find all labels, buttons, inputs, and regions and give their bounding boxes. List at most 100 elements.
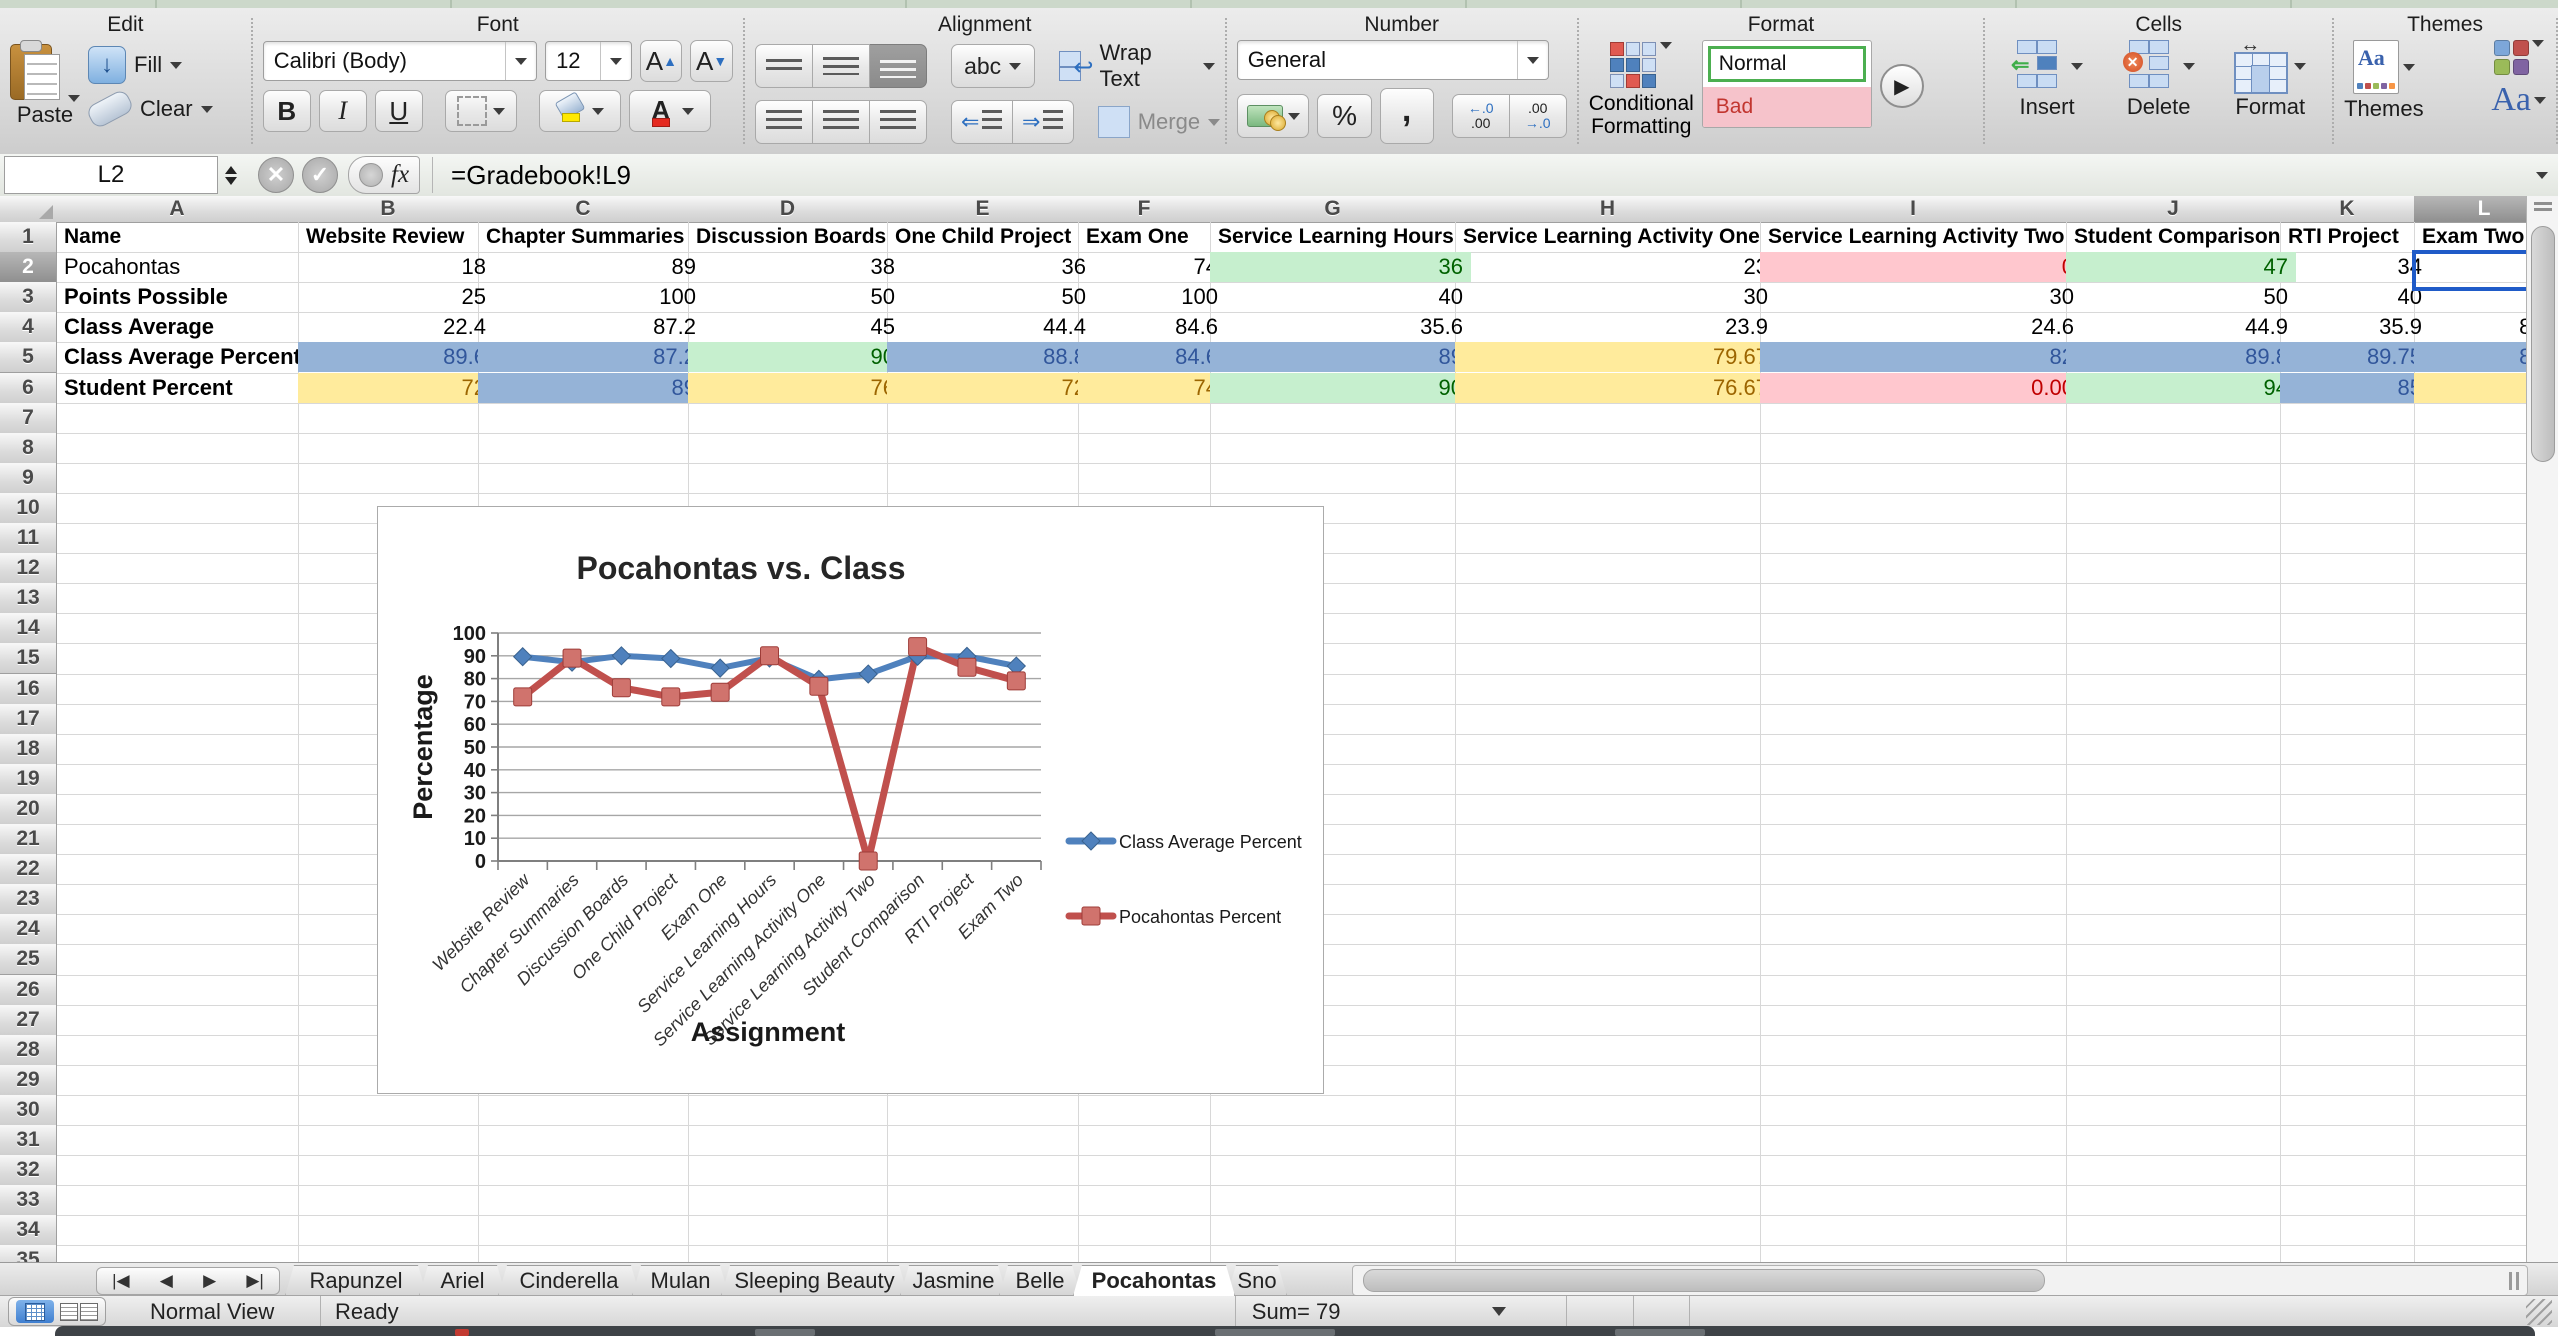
- fill-dropdown-arrow[interactable]: [170, 62, 182, 69]
- row-header-24[interactable]: 24: [0, 914, 57, 945]
- cell-I1[interactable]: Service Learning Activity Two: [1760, 222, 2082, 252]
- horizontal-scrollbar[interactable]: [1352, 1265, 2528, 1296]
- row-header-27[interactable]: 27: [0, 1005, 57, 1036]
- align-right-button[interactable]: [870, 100, 927, 144]
- column-header-A[interactable]: A: [56, 196, 299, 223]
- row-header-19[interactable]: 19: [0, 764, 57, 795]
- sheet-nav-buttons[interactable]: |◀ ◀ ▶ ▶|: [96, 1267, 280, 1295]
- page-layout-view-button[interactable]: [60, 1300, 98, 1323]
- cell-I4[interactable]: 24.6: [1760, 312, 2082, 342]
- font-size-select[interactable]: 12: [545, 41, 632, 81]
- cell-K4[interactable]: 35.9: [2280, 312, 2430, 342]
- style-bad[interactable]: Bad: [1703, 87, 1871, 127]
- spreadsheet-grid[interactable]: ABCDEFGHIJKL1234567891011121314151617181…: [0, 196, 2558, 1262]
- formula-bar-dropdown-arrow[interactable]: [2536, 172, 2548, 179]
- cell-H6[interactable]: 76.67: [1455, 373, 1776, 403]
- row-header-28[interactable]: 28: [0, 1035, 57, 1066]
- cell-F4[interactable]: 84.6: [1078, 312, 1226, 342]
- sheet-tab-mulan[interactable]: Mulan: [632, 1265, 729, 1296]
- column-header-G[interactable]: G: [1210, 196, 1456, 223]
- cell-H3[interactable]: 30: [1455, 282, 1776, 312]
- font-family-select[interactable]: Calibri (Body): [263, 41, 537, 81]
- paste-dropdown-arrow[interactable]: [68, 95, 80, 102]
- style-normal[interactable]: Normal: [1708, 46, 1866, 82]
- cell-J1[interactable]: Student Comparison: [2066, 222, 2296, 252]
- column-header-F[interactable]: F: [1078, 196, 1211, 223]
- cell-K5[interactable]: 89.75: [2280, 342, 2430, 372]
- column-header-I[interactable]: I: [1760, 196, 2067, 223]
- align-middle-button[interactable]: [813, 44, 870, 88]
- column-header-H[interactable]: H: [1455, 196, 1761, 223]
- cell-J3[interactable]: 50: [2066, 282, 2296, 312]
- cell-A5[interactable]: Class Average Percent: [56, 342, 314, 372]
- column-header-E[interactable]: E: [887, 196, 1079, 223]
- shrink-font-button[interactable]: A▼: [690, 40, 732, 82]
- fill-color-button[interactable]: [539, 90, 621, 132]
- row-header-12[interactable]: 12: [0, 553, 57, 584]
- sheet-tab-pocahontas[interactable]: Pocahontas: [1073, 1265, 1235, 1296]
- italic-button[interactable]: I: [319, 90, 367, 132]
- cell-J2[interactable]: 47: [2066, 252, 2296, 282]
- name-box-stepper[interactable]: [218, 157, 244, 193]
- row-header-34[interactable]: 34: [0, 1215, 57, 1246]
- horizontal-scrollbar-thumb[interactable]: [1363, 1269, 2045, 1292]
- row-header-3[interactable]: 3: [0, 282, 57, 313]
- formula-input[interactable]: =Gradebook!L9: [451, 160, 631, 191]
- cell-H5[interactable]: 79.67: [1455, 342, 1776, 372]
- cell-G5[interactable]: 89: [1210, 342, 1471, 372]
- row-header-17[interactable]: 17: [0, 704, 57, 735]
- cell-D5[interactable]: 90: [688, 342, 903, 372]
- themes-button[interactable]: Aa Themes: [2344, 40, 2423, 122]
- cell-F5[interactable]: 84.6: [1078, 342, 1226, 372]
- vertical-scrollbar[interactable]: [2526, 196, 2558, 1262]
- normal-view-button[interactable]: [16, 1300, 54, 1323]
- view-switcher[interactable]: [8, 1297, 106, 1326]
- cell-B5[interactable]: 89.6: [298, 342, 494, 372]
- cell-K3[interactable]: 40: [2280, 282, 2430, 312]
- prev-sheet-button[interactable]: ◀: [160, 1271, 173, 1291]
- comma-style-button[interactable]: ,: [1380, 88, 1434, 144]
- font-color-button[interactable]: A: [629, 90, 711, 132]
- align-top-button[interactable]: [755, 44, 813, 88]
- theme-fonts-button[interactable]: Aa: [2491, 81, 2546, 119]
- cell-E1[interactable]: One Child Project: [887, 222, 1094, 252]
- sheet-tab-sno[interactable]: Sno: [1227, 1265, 1287, 1296]
- cell-B1[interactable]: Website Review: [298, 222, 494, 252]
- cell-F3[interactable]: 100: [1078, 282, 1226, 312]
- column-header-B[interactable]: B: [298, 196, 479, 223]
- cell-K1[interactable]: RTI Project: [2280, 222, 2430, 252]
- cell-K6[interactable]: 85: [2280, 373, 2430, 403]
- cell-A3[interactable]: Points Possible: [56, 282, 314, 312]
- sheet-tab-cinderella[interactable]: Cinderella: [498, 1265, 640, 1296]
- row-header-18[interactable]: 18: [0, 734, 57, 765]
- row-header-5[interactable]: 5: [0, 342, 57, 373]
- cell-E6[interactable]: 72: [887, 373, 1094, 403]
- cell-F6[interactable]: 74: [1078, 373, 1226, 403]
- row-header-15[interactable]: 15: [0, 643, 57, 674]
- scrollbar-grip[interactable]: [2509, 1272, 2519, 1290]
- column-header-J[interactable]: J: [2066, 196, 2281, 223]
- cell-B3[interactable]: 25: [298, 282, 494, 312]
- row-header-23[interactable]: 23: [0, 884, 57, 915]
- increase-indent-button[interactable]: ⇒: [1013, 100, 1074, 144]
- theme-colors-button[interactable]: [2494, 40, 2544, 75]
- percent-style-button[interactable]: %: [1317, 94, 1371, 138]
- cell-K2[interactable]: 34: [2280, 252, 2430, 282]
- row-header-29[interactable]: 29: [0, 1065, 57, 1096]
- row-header-22[interactable]: 22: [0, 854, 57, 885]
- row-header-6[interactable]: 6: [0, 373, 57, 404]
- cell-E5[interactable]: 88.8: [887, 342, 1094, 372]
- grow-font-button[interactable]: A▲: [640, 40, 682, 82]
- row-header-9[interactable]: 9: [0, 463, 57, 494]
- cell-C4[interactable]: 87.2: [478, 312, 704, 342]
- styles-expand-button[interactable]: ▶: [1880, 64, 1924, 108]
- row-header-35[interactable]: 35: [0, 1245, 57, 1262]
- delete-cells-button[interactable]: ✕ Delete: [2123, 40, 2195, 120]
- cell-F2[interactable]: 74: [1078, 252, 1226, 282]
- number-format-select[interactable]: General: [1237, 40, 1549, 80]
- row-header-21[interactable]: 21: [0, 824, 57, 855]
- row-header-7[interactable]: 7: [0, 403, 57, 434]
- cell-H4[interactable]: 23.9: [1455, 312, 1776, 342]
- cancel-button[interactable]: ✕: [258, 157, 294, 193]
- vertical-scrollbar-thumb[interactable]: [2531, 226, 2555, 462]
